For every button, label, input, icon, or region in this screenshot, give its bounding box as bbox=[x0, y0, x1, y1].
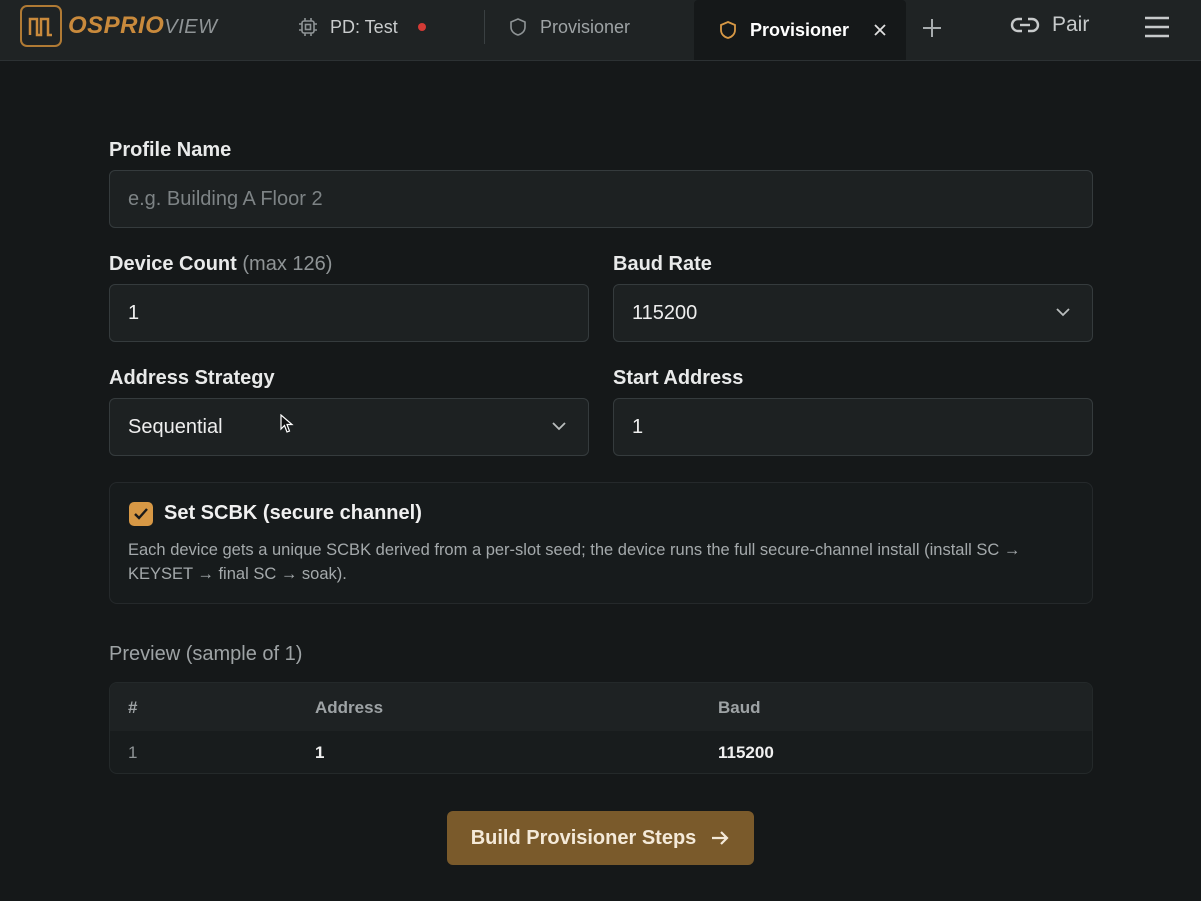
logo-primary-text: OSPRIO bbox=[68, 12, 165, 39]
tab-provisioner-active[interactable]: Provisioner bbox=[694, 0, 906, 60]
device-count-hint: (max 126) bbox=[242, 253, 333, 275]
shield-icon bbox=[718, 20, 738, 40]
profile-name-label: Profile Name bbox=[109, 139, 232, 161]
mouse-cursor-icon bbox=[280, 414, 294, 433]
scbk-title: Set SCBK (secure channel) bbox=[164, 502, 422, 524]
add-tab-plus-icon[interactable] bbox=[920, 16, 944, 40]
link-icon bbox=[1010, 17, 1040, 33]
tab-pd-test[interactable]: PD: Test bbox=[298, 0, 426, 54]
close-icon[interactable] bbox=[873, 23, 887, 37]
address-strategy-value: Sequential bbox=[128, 415, 223, 438]
pair-button[interactable]: Pair bbox=[1010, 13, 1089, 37]
build-button-label: Build Provisioner Steps bbox=[470, 826, 697, 849]
address-strategy-label: Address Strategy bbox=[109, 367, 275, 389]
column-header-index: # bbox=[128, 698, 138, 717]
shield-icon bbox=[508, 17, 528, 37]
scbk-option-card: Set SCBK (secure channel) Each device ge… bbox=[109, 482, 1093, 604]
baud-rate-label: Baud Rate bbox=[613, 253, 712, 275]
tab-provisioner[interactable]: Provisioner bbox=[508, 0, 630, 54]
preview-table: # Address Baud 1 1 115200 bbox=[109, 682, 1093, 774]
device-count-label: Device Count (max 126) bbox=[109, 253, 333, 275]
table-header bbox=[110, 683, 1092, 731]
hamburger-menu-icon[interactable] bbox=[1144, 14, 1170, 40]
logo-secondary-text: VIEW bbox=[164, 16, 218, 38]
chevron-down-icon bbox=[1056, 308, 1070, 317]
table-cell-index: 1 bbox=[128, 743, 138, 762]
scbk-description: Each device gets a unique SCBK derived f… bbox=[128, 541, 1021, 583]
tab-label: Provisioner bbox=[540, 16, 631, 37]
profile-name-input[interactable] bbox=[109, 170, 1093, 228]
build-provisioner-steps-button[interactable]: Build Provisioner Steps bbox=[447, 811, 754, 865]
device-count-input[interactable] bbox=[109, 284, 589, 342]
tab-label: PD: Test bbox=[330, 16, 398, 37]
chevron-down-icon bbox=[552, 422, 566, 431]
column-header-address: Address bbox=[315, 698, 384, 717]
chip-icon bbox=[298, 17, 318, 37]
baud-rate-select[interactable]: 115200 bbox=[613, 284, 1093, 342]
top-bar: OSPRIO VIEW PD: Test Provisioner Provisi… bbox=[0, 0, 1201, 61]
baud-rate-value: 115200 bbox=[632, 301, 698, 324]
address-strategy-select[interactable]: Sequential bbox=[109, 398, 589, 456]
status-dot bbox=[417, 23, 426, 31]
scbk-checkbox[interactable] bbox=[129, 502, 153, 526]
column-header-baud: Baud bbox=[718, 698, 761, 717]
preview-title: Preview (sample of 1) bbox=[109, 643, 303, 665]
tab-label: Provisioner bbox=[750, 19, 850, 40]
pair-label: Pair bbox=[1052, 13, 1090, 36]
arrow-right-icon bbox=[712, 831, 729, 845]
start-address-input[interactable] bbox=[613, 398, 1093, 456]
tab-divider bbox=[484, 10, 485, 44]
app-logo: OSPRIO VIEW bbox=[20, 5, 217, 47]
checkmark-icon bbox=[134, 508, 148, 520]
start-address-label: Start Address bbox=[613, 367, 744, 389]
table-cell-baud: 115200 bbox=[718, 743, 774, 762]
logo-waveform-icon bbox=[20, 5, 62, 47]
table-cell-address: 1 bbox=[315, 743, 325, 762]
